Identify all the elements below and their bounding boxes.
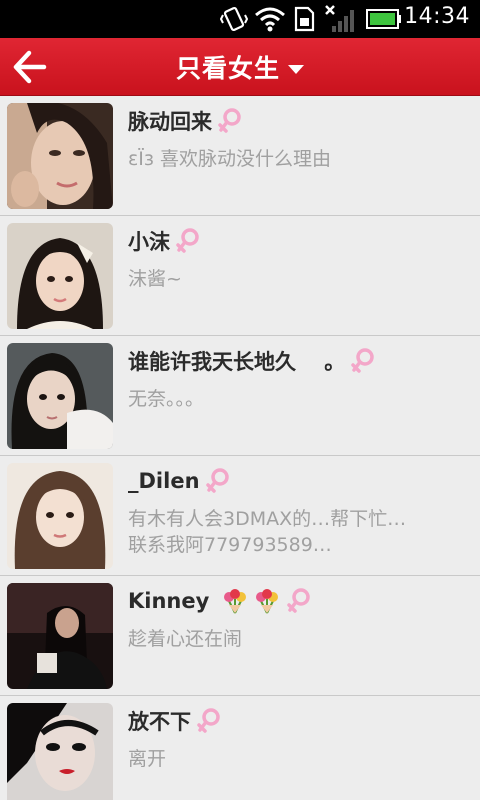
- signature: ɛÏɜ 喜欢脉动没什么理由: [128, 148, 332, 170]
- list-item[interactable]: 脉动回来 ɛÏɜ 喜欢脉动没什么理由: [0, 96, 480, 216]
- page-title: 只看女生: [175, 54, 280, 83]
- username: _Dilen: [128, 469, 200, 493]
- user-list: 脉动回来 ɛÏɜ 喜欢脉动没什么理由 小沫 沫酱~ 谁能许我天长地久 。 无奈。…: [0, 96, 480, 800]
- signature: 离开: [128, 748, 167, 770]
- clock: 14:34: [404, 4, 470, 29]
- list-item[interactable]: Kinney 趁着心还在闹: [0, 576, 480, 696]
- female-gender-icon: [197, 708, 220, 733]
- avatar[interactable]: [7, 703, 113, 800]
- filter-dropdown[interactable]: 只看女生: [0, 38, 480, 96]
- username: Kinney: [128, 589, 210, 613]
- list-item[interactable]: _Dilen 有木有人会3DMAX的…帮下忙…联系我阿779793589…: [0, 456, 480, 576]
- flower-bouquet-icon: [256, 589, 279, 614]
- female-gender-icon: [176, 228, 199, 253]
- female-gender-icon: [205, 468, 229, 493]
- sim-card-icon: [294, 6, 315, 32]
- avatar[interactable]: [7, 583, 113, 689]
- status-bar: 14:34: [0, 0, 480, 38]
- avatar[interactable]: [7, 463, 113, 569]
- flower-bouquet-icon: [224, 589, 247, 614]
- vibrate-icon: [220, 6, 248, 32]
- avatar[interactable]: [7, 103, 113, 209]
- wifi-icon: [255, 7, 285, 32]
- username: 脉动回来: [128, 110, 212, 134]
- list-item[interactable]: 放不下 离开: [0, 696, 480, 800]
- list-item[interactable]: 谁能许我天长地久 。 无奈。。。: [0, 336, 480, 456]
- female-gender-icon: [351, 348, 375, 373]
- signature: 沫酱~: [128, 268, 182, 290]
- avatar[interactable]: [7, 223, 113, 329]
- no-signal-icon: [325, 5, 354, 32]
- battery-icon: [366, 9, 401, 29]
- signature: 有木有人会3DMAX的…帮下忙…联系我阿779793589…: [128, 508, 407, 556]
- avatar[interactable]: [7, 343, 113, 449]
- female-gender-icon: [218, 108, 241, 133]
- caret-down-icon: [288, 64, 304, 74]
- username: 谁能许我天长地久 。: [128, 350, 346, 374]
- username: 放不下: [128, 710, 191, 734]
- signature: 趁着心还在闹: [128, 628, 243, 650]
- username: 小沫: [128, 230, 170, 254]
- list-item[interactable]: 小沫 沫酱~: [0, 216, 480, 336]
- signature: 无奈。。。: [128, 388, 205, 410]
- female-gender-icon: [287, 588, 311, 613]
- title-bar: 只看女生: [0, 38, 480, 96]
